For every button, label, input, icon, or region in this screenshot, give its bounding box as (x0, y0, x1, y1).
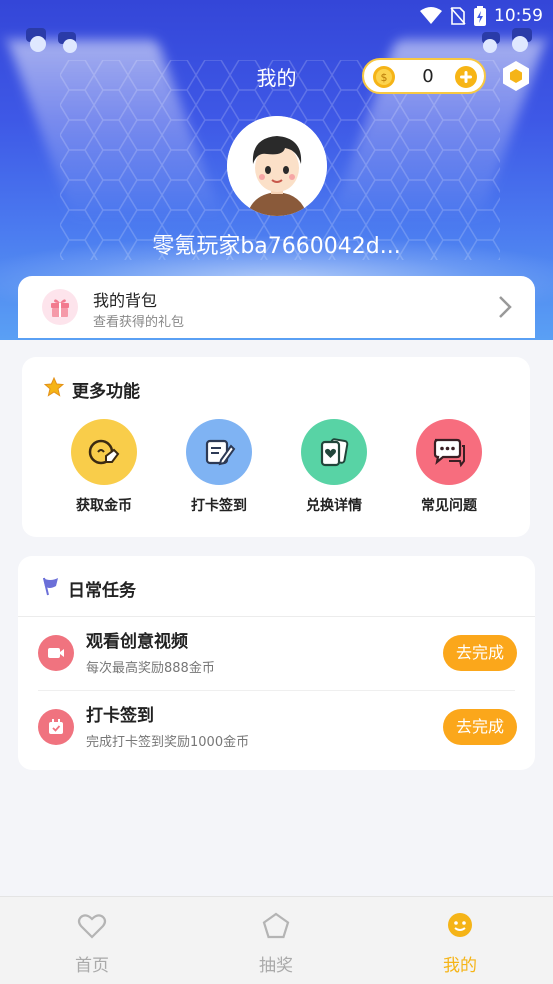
backpack-subtitle: 查看获得的礼包 (93, 315, 185, 330)
complete-button[interactable]: 去完成 (443, 635, 517, 671)
more-functions-card: 更多功能 获取金币 打卡签到 兑换详情 常见问题 (22, 357, 530, 537)
coin-value: 0 (422, 66, 434, 87)
coin-icon: $ (373, 66, 395, 88)
task-subtitle: 完成打卡签到奖励1000金币 (86, 735, 250, 750)
checkin-label: 打卡签到 (191, 498, 247, 514)
more-functions-title: 更多功能 (72, 382, 140, 402)
exchange-details-label: 兑换详情 (306, 498, 362, 514)
coin-hand-icon (71, 419, 137, 485)
task-subtitle: 每次最高奖励888金币 (86, 661, 215, 676)
get-coins-button[interactable]: 获取金币 (59, 419, 149, 515)
daily-tasks-card: 日常任务 观看创意视频 每次最高奖励888金币 去完成 打卡签到 完成打卡签到奖… (18, 556, 535, 770)
username: 零氪玩家ba7660042d... (152, 234, 401, 259)
nav-mine-label: 我的 (443, 956, 477, 976)
flag-icon (43, 577, 58, 596)
star-icon (44, 377, 64, 397)
checkin-button[interactable]: 打卡签到 (174, 419, 264, 515)
daily-tasks-title: 日常任务 (68, 581, 136, 601)
heart-cards-icon (301, 419, 367, 485)
checkin-edit-icon (186, 419, 252, 485)
video-icon (38, 635, 74, 671)
nav-mine[interactable]: 我的 (410, 911, 510, 976)
wifi-icon (420, 7, 442, 24)
bottom-nav: 首页 抽奖 我的 (0, 896, 553, 984)
status-bar: 10:59 (420, 4, 543, 28)
task-checkin: 打卡签到 完成打卡签到奖励1000金币 去完成 (18, 691, 535, 765)
pentagon-icon (262, 912, 290, 939)
svg-text:$: $ (381, 71, 388, 84)
nav-lottery-label: 抽奖 (259, 956, 293, 976)
no-sim-icon (450, 7, 466, 25)
exchange-details-button[interactable]: 兑换详情 (289, 419, 379, 515)
get-coins-label: 获取金币 (76, 498, 132, 514)
backpack-title: 我的背包 (93, 291, 158, 310)
avatar[interactable] (227, 116, 327, 216)
faq-label: 常见问题 (421, 498, 477, 514)
avatar-image (227, 116, 327, 216)
task-title: 打卡签到 (86, 706, 154, 726)
settings-icon[interactable] (500, 60, 532, 92)
spotlight-icon (58, 32, 77, 53)
heart-icon (77, 914, 107, 939)
nav-lottery[interactable]: 抽奖 (226, 911, 326, 976)
add-coin-icon[interactable] (454, 65, 478, 89)
chat-bubbles-icon (416, 419, 482, 485)
calendar-icon (38, 709, 74, 745)
complete-button[interactable]: 去完成 (443, 709, 517, 745)
nav-home-label: 首页 (75, 956, 109, 976)
coin-balance[interactable]: $ 0 (362, 58, 486, 94)
backpack-card[interactable]: 我的背包 查看获得的礼包 (18, 276, 535, 338)
faq-button[interactable]: 常见问题 (404, 419, 494, 515)
battery-charging-icon (474, 6, 486, 26)
gift-icon (42, 289, 78, 325)
spotlight-icon (512, 28, 532, 52)
nav-home[interactable]: 首页 (42, 911, 142, 976)
chevron-right-icon (499, 296, 512, 318)
task-watch-video: 观看创意视频 每次最高奖励888金币 去完成 (18, 617, 535, 691)
status-time: 10:59 (494, 6, 543, 26)
smiley-icon (448, 913, 472, 937)
task-title: 观看创意视频 (86, 632, 188, 652)
